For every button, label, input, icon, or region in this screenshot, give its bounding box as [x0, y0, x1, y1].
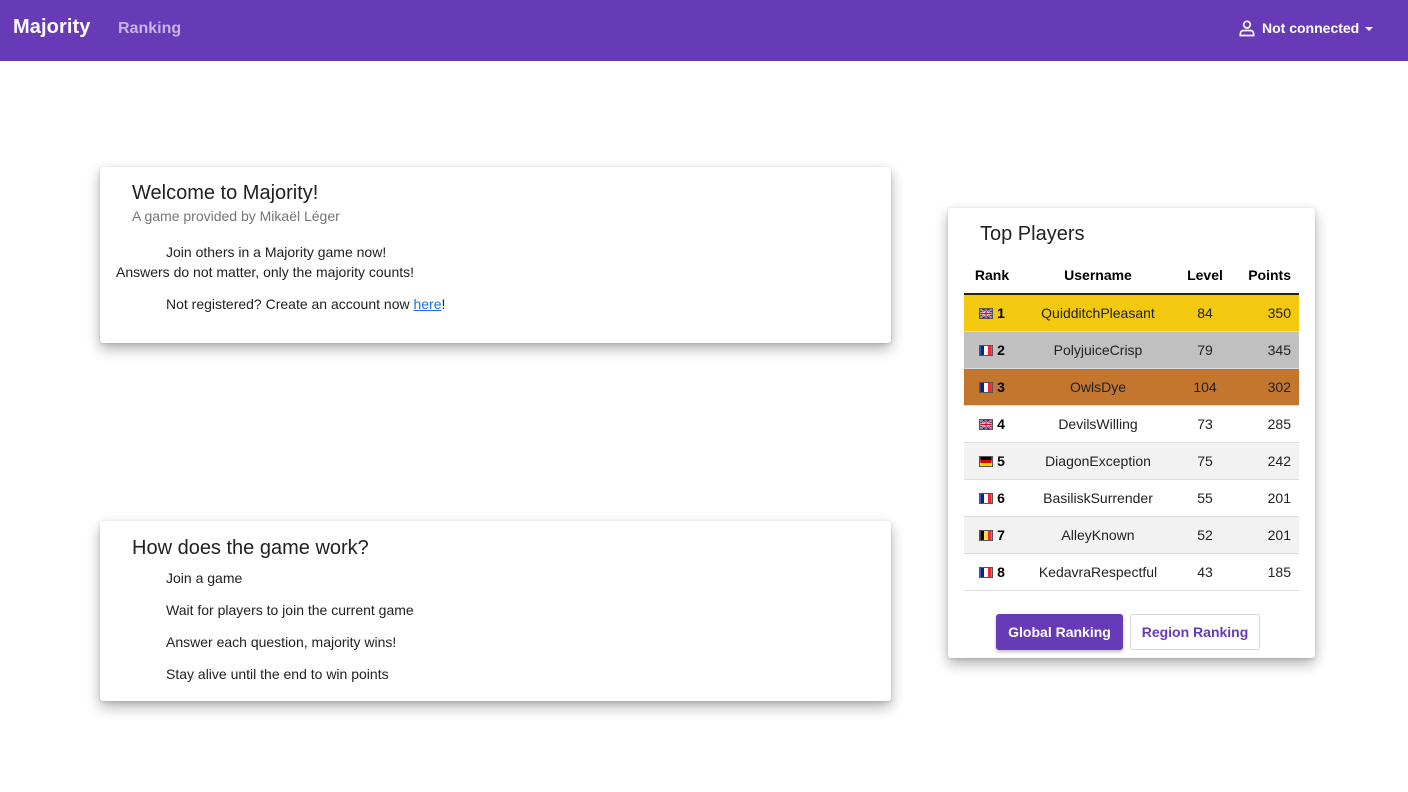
- points-cell: 302: [1234, 368, 1299, 406]
- navbar: Majority Ranking Not connected: [0, 0, 1408, 61]
- column-header-points: Points: [1234, 257, 1299, 295]
- uk-flag-icon: [979, 307, 994, 319]
- username-cell: AlleyKnown: [1020, 516, 1176, 554]
- top-players-title: Top Players: [980, 223, 1085, 245]
- region-ranking-button[interactable]: Region Ranking: [1130, 614, 1260, 650]
- table-header-row: Rank Username Level Points: [964, 257, 1299, 295]
- points-cell: 350: [1234, 294, 1299, 332]
- how-step: Wait for players to join the current gam…: [166, 602, 414, 618]
- how-it-works-card: How does the game work? Join a game Wait…: [100, 521, 891, 701]
- username-cell: PolyjuiceCrisp: [1020, 331, 1176, 369]
- be-flag-icon: [979, 529, 994, 541]
- points-cell: 185: [1234, 553, 1299, 591]
- user-menu-label: Not connected: [1262, 20, 1360, 36]
- table-row[interactable]: 5 DiagonException 75 242: [964, 442, 1299, 480]
- welcome-line-2: Answers do not matter, only the majority…: [116, 264, 415, 280]
- nav-ranking-link[interactable]: Ranking: [118, 20, 181, 38]
- level-cell: 73: [1176, 405, 1234, 443]
- rank-number: 5: [997, 452, 1005, 469]
- username-cell: OwlsDye: [1020, 368, 1176, 406]
- table-row[interactable]: 6 BasiliskSurrender 55 201: [964, 479, 1299, 517]
- user-menu-dropdown[interactable]: Not connected: [1237, 18, 1374, 38]
- rank-number: 1: [997, 304, 1005, 321]
- column-header-username: Username: [1020, 257, 1176, 295]
- points-cell: 242: [1234, 442, 1299, 480]
- level-cell: 75: [1176, 442, 1234, 480]
- register-suffix: !: [441, 296, 446, 312]
- username-cell: QuidditchPleasant: [1020, 294, 1176, 332]
- register-text: Not registered? Create an account now he…: [166, 296, 445, 312]
- table-row[interactable]: 7 AlleyKnown 52 201: [964, 516, 1299, 554]
- fr-flag-icon: [979, 492, 994, 504]
- fr-flag-icon: [979, 566, 994, 578]
- rank-number: 6: [997, 489, 1005, 506]
- welcome-subtitle: A game provided by Mikaël Léger: [132, 208, 340, 224]
- table-row[interactable]: 8 KedavraRespectful 43 185: [964, 553, 1299, 591]
- rank-number: 7: [997, 526, 1005, 543]
- username-cell: DiagonException: [1020, 442, 1176, 480]
- how-step: Answer each question, majority wins!: [166, 634, 397, 650]
- level-cell: 43: [1176, 553, 1234, 591]
- table-row[interactable]: 1 QuidditchPleasant 84 350: [964, 294, 1299, 332]
- level-cell: 52: [1176, 516, 1234, 554]
- table-row[interactable]: 3 OwlsDye 104 302: [964, 368, 1299, 406]
- person-icon: [1239, 20, 1255, 37]
- fr-flag-icon: [979, 344, 994, 356]
- rank-number: 8: [997, 563, 1005, 580]
- username-cell: DevilsWilling: [1020, 405, 1176, 443]
- caret-down-icon: [1365, 26, 1374, 31]
- level-cell: 84: [1176, 294, 1234, 332]
- fr-flag-icon: [979, 381, 994, 393]
- how-title: How does the game work?: [132, 537, 369, 559]
- points-cell: 201: [1234, 479, 1299, 517]
- rank-number: 3: [997, 378, 1005, 395]
- top-players-card: Top Players Rank Username Level Points 1…: [948, 208, 1315, 658]
- column-header-level: Level: [1176, 257, 1234, 295]
- username-cell: BasiliskSurrender: [1020, 479, 1176, 517]
- table-row[interactable]: 2 PolyjuiceCrisp 79 345: [964, 331, 1299, 369]
- level-cell: 55: [1176, 479, 1234, 517]
- de-flag-icon: [979, 455, 994, 467]
- how-step: Join a game: [166, 570, 243, 586]
- welcome-line-1: Join others in a Majority game now!: [166, 244, 387, 260]
- rank-number: 2: [997, 341, 1005, 358]
- register-prefix: Not registered? Create an account now: [166, 296, 414, 312]
- username-cell: KedavraRespectful: [1020, 553, 1176, 591]
- how-step: Stay alive until the end to win points: [166, 666, 389, 682]
- welcome-card: Welcome to Majority! A game provided by …: [100, 167, 891, 343]
- welcome-title: Welcome to Majority!: [132, 182, 319, 204]
- column-header-rank: Rank: [964, 257, 1020, 295]
- points-cell: 345: [1234, 331, 1299, 369]
- uk-flag-icon: [979, 418, 994, 430]
- ranking-table: Rank Username Level Points 1 QuidditchPl…: [964, 257, 1299, 591]
- register-link[interactable]: here: [413, 296, 441, 312]
- table-row[interactable]: 4 DevilsWilling 73 285: [964, 405, 1299, 443]
- level-cell: 104: [1176, 368, 1234, 406]
- rank-number: 4: [997, 415, 1005, 432]
- points-cell: 285: [1234, 405, 1299, 443]
- points-cell: 201: [1234, 516, 1299, 554]
- level-cell: 79: [1176, 331, 1234, 369]
- brand-link[interactable]: Majority: [13, 16, 90, 39]
- global-ranking-button[interactable]: Global Ranking: [996, 614, 1123, 650]
